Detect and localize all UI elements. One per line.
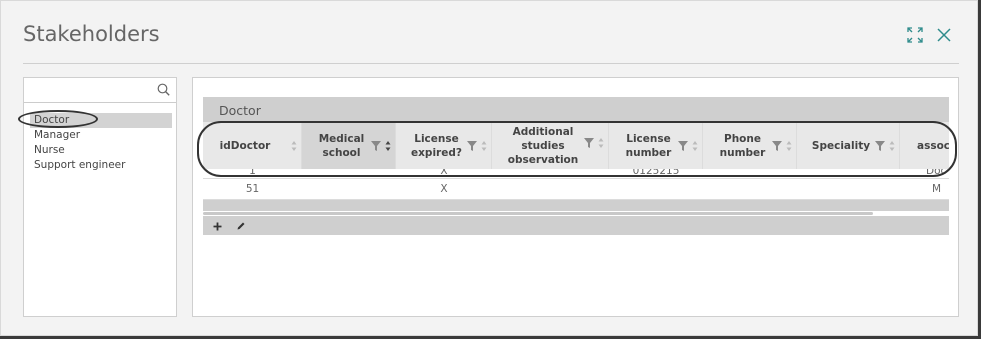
column-header-license-expired[interactable]: License expired?: [396, 122, 492, 169]
plus-icon: [213, 222, 221, 230]
table-cell: [797, 179, 900, 199]
close-icon[interactable]: [936, 27, 952, 48]
filter-icon[interactable]: [584, 138, 594, 152]
column-label: Additional studies observation: [507, 125, 579, 166]
edit-row-button[interactable]: [233, 218, 249, 234]
table-cell: M: [932, 183, 942, 195]
add-row-button[interactable]: [209, 218, 225, 234]
column-header-medical-school[interactable]: Medical school: [302, 122, 396, 169]
dialog-title: Stakeholders: [23, 22, 160, 46]
sort-icon[interactable]: [385, 140, 391, 156]
table-cell: Doc: [926, 169, 947, 177]
sort-icon[interactable]: [598, 137, 604, 153]
column-header-additional-studies[interactable]: Additional studies observation: [492, 122, 609, 169]
header-divider: [23, 63, 959, 64]
grid-title: Doctor: [219, 103, 261, 118]
filter-icon[interactable]: [371, 140, 381, 155]
list-item-nurse[interactable]: Nurse: [30, 143, 172, 158]
pencil-icon: [237, 222, 245, 230]
table-cell: X: [440, 183, 448, 195]
filter-icon[interactable]: [875, 140, 885, 155]
stakeholders-dialog: Stakeholders Doctor Manager Nurse Suppor…: [0, 0, 978, 336]
column-label: idDoctor: [219, 139, 271, 152]
table-cell: [302, 179, 396, 199]
table-cell: [797, 169, 900, 178]
table-row[interactable]: 51 X M: [203, 179, 949, 200]
sort-icon[interactable]: [291, 140, 297, 156]
table-cell: X: [440, 169, 448, 177]
sort-icon[interactable]: [889, 140, 895, 156]
table-cell: 0125215: [632, 169, 680, 177]
column-label: Speciality: [811, 139, 871, 152]
sort-icon[interactable]: [786, 140, 792, 156]
list-item-support-engineer[interactable]: Support engineer: [30, 158, 172, 173]
scrollbar-thumb[interactable]: [203, 212, 873, 215]
grid-toolbar: [203, 216, 949, 235]
table-row[interactable]: 1 X 0125215 Doc: [203, 169, 949, 179]
filter-icon[interactable]: [678, 140, 688, 155]
grid-body: 1 X 0125215 Doc 51 X M: [203, 169, 949, 200]
list-item-manager[interactable]: Manager: [30, 128, 172, 143]
doctor-highlight-circle: [18, 110, 98, 128]
detail-panel: Doctor idDoctor Medical school License e…: [192, 77, 959, 317]
table-cell: 1: [249, 169, 256, 177]
doctor-grid: Doctor idDoctor Medical school License e…: [203, 97, 949, 235]
grid-header: idDoctor Medical school License expired?…: [203, 122, 949, 169]
filter-icon[interactable]: [772, 140, 782, 155]
filter-icon[interactable]: [467, 140, 477, 155]
column-header-license-number[interactable]: License number: [609, 122, 703, 169]
sort-icon[interactable]: [692, 140, 698, 156]
search-input[interactable]: [24, 78, 162, 100]
table-cell: [302, 169, 396, 178]
table-cell: [703, 169, 797, 178]
column-header-iddoctor[interactable]: idDoctor: [203, 122, 302, 169]
sort-icon[interactable]: [481, 140, 487, 156]
column-header-speciality[interactable]: Speciality: [797, 122, 900, 169]
column-label: associ: [917, 139, 949, 152]
table-cell: [609, 179, 703, 199]
table-cell: 51: [245, 183, 260, 195]
table-cell: [492, 169, 609, 178]
table-cell: [703, 179, 797, 199]
column-header-phone-number[interactable]: Phone number: [703, 122, 797, 169]
search-box: [24, 78, 176, 103]
table-cell: [492, 179, 609, 199]
search-icon[interactable]: [157, 83, 170, 101]
column-header-associ[interactable]: associ: [900, 122, 949, 169]
expand-icon[interactable]: [907, 27, 923, 48]
